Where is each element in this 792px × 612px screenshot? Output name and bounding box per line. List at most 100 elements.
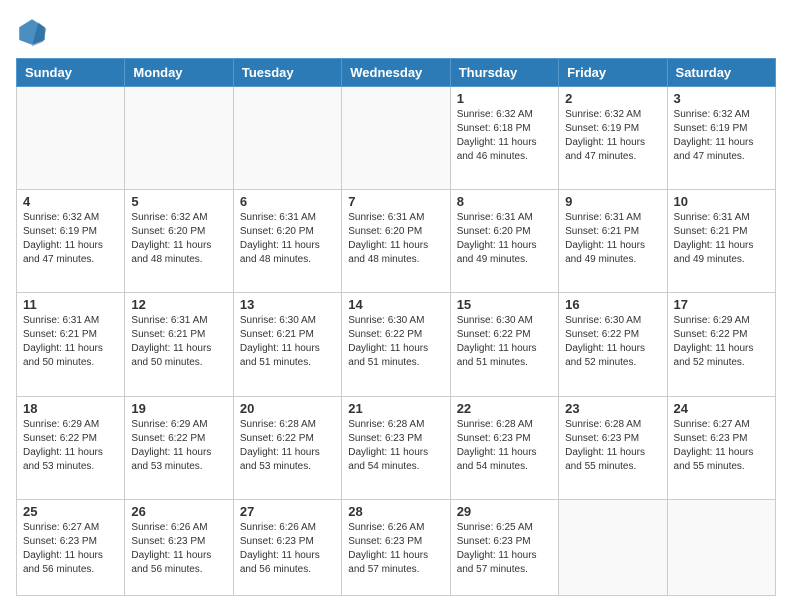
day-info: Sunrise: 6:29 AM Sunset: 6:22 PM Dayligh…: [23, 418, 118, 474]
day-number: 15: [457, 297, 552, 312]
calendar-week-row: 25 Sunrise: 6:27 AM Sunset: 6:23 PM Dayli…: [17, 499, 776, 595]
calendar-cell: 19 Sunrise: 6:29 AM Sunset: 6:22 PM Dayli…: [125, 396, 233, 499]
day-info: Sunrise: 6:30 AM Sunset: 6:22 PM Dayligh…: [457, 314, 552, 370]
day-info: Sunrise: 6:31 AM Sunset: 6:21 PM Dayligh…: [23, 314, 118, 370]
calendar-cell: 2Sunrise: 6:32 AM Sunset: 6:19 PM Daylig…: [559, 87, 667, 190]
day-number: 24: [674, 401, 769, 416]
day-number: 18: [23, 401, 118, 416]
calendar-cell: 22 Sunrise: 6:28 AM Sunset: 6:23 PM Dayli…: [450, 396, 558, 499]
day-info: Sunrise: 6:26 AM Sunset: 6:23 PM Dayligh…: [240, 521, 335, 577]
calendar-cell: 3 Sunrise: 6:32 AM Sunset: 6:19 PM Daylig…: [667, 87, 775, 190]
calendar-cell: [667, 499, 775, 595]
day-number: 16: [565, 297, 660, 312]
day-info: Sunrise: 6:30 AM Sunset: 6:22 PM Dayligh…: [348, 314, 443, 370]
day-number: 28: [348, 504, 443, 519]
day-info: Sunrise: 6:32 AM Sunset: 6:19 PM Dayligh…: [674, 108, 769, 164]
calendar-cell: 18 Sunrise: 6:29 AM Sunset: 6:22 PM Dayli…: [17, 396, 125, 499]
day-info: Sunrise: 6:26 AM Sunset: 6:23 PM Dayligh…: [131, 521, 226, 577]
calendar-day-header: Tuesday: [233, 59, 341, 87]
calendar-day-header: Friday: [559, 59, 667, 87]
calendar-cell: 21Sunrise: 6:28 AM Sunset: 6:23 PM Dayli…: [342, 396, 450, 499]
calendar-cell: 20 Sunrise: 6:28 AM Sunset: 6:22 PM Dayli…: [233, 396, 341, 499]
day-number: 14: [348, 297, 443, 312]
day-number: 25: [23, 504, 118, 519]
calendar-cell: [17, 87, 125, 190]
day-number: 6: [240, 194, 335, 209]
day-info: Sunrise: 6:26 AM Sunset: 6:23 PM Dayligh…: [348, 521, 443, 577]
day-number: 19: [131, 401, 226, 416]
calendar-cell: 28 Sunrise: 6:26 AM Sunset: 6:23 PM Dayli…: [342, 499, 450, 595]
calendar-cell: 29Sunrise: 6:25 AM Sunset: 6:23 PM Dayli…: [450, 499, 558, 595]
calendar-cell: 27 Sunrise: 6:26 AM Sunset: 6:23 PM Dayli…: [233, 499, 341, 595]
day-number: 26: [131, 504, 226, 519]
calendar-cell: 9 Sunrise: 6:31 AM Sunset: 6:21 PM Daylig…: [559, 190, 667, 293]
calendar-week-row: 11 Sunrise: 6:31 AM Sunset: 6:21 PM Dayli…: [17, 293, 776, 396]
calendar-cell: [125, 87, 233, 190]
calendar-week-row: 18 Sunrise: 6:29 AM Sunset: 6:22 PM Dayli…: [17, 396, 776, 499]
day-info: Sunrise: 6:27 AM Sunset: 6:23 PM Dayligh…: [23, 521, 118, 577]
calendar-cell: 23 Sunrise: 6:28 AM Sunset: 6:23 PM Dayli…: [559, 396, 667, 499]
day-info: Sunrise: 6:31 AM Sunset: 6:21 PM Dayligh…: [674, 211, 769, 267]
day-info: Sunrise: 6:28 AM Sunset: 6:23 PM Dayligh…: [457, 418, 552, 474]
logo-icon: [16, 16, 48, 48]
calendar-cell: 8Sunrise: 6:31 AM Sunset: 6:20 PM Daylig…: [450, 190, 558, 293]
calendar-cell: 11 Sunrise: 6:31 AM Sunset: 6:21 PM Dayli…: [17, 293, 125, 396]
calendar-cell: 13 Sunrise: 6:30 AM Sunset: 6:21 PM Dayli…: [233, 293, 341, 396]
day-number: 11: [23, 297, 118, 312]
calendar-table: SundayMondayTuesdayWednesdayThursdayFrid…: [16, 58, 776, 596]
day-number: 4: [23, 194, 118, 209]
calendar-cell: 4 Sunrise: 6:32 AM Sunset: 6:19 PM Daylig…: [17, 190, 125, 293]
calendar-cell: 10 Sunrise: 6:31 AM Sunset: 6:21 PM Dayli…: [667, 190, 775, 293]
day-number: 23: [565, 401, 660, 416]
day-info: Sunrise: 6:31 AM Sunset: 6:21 PM Dayligh…: [565, 211, 660, 267]
calendar-header-row: SundayMondayTuesdayWednesdayThursdayFrid…: [17, 59, 776, 87]
calendar-cell: 6 Sunrise: 6:31 AM Sunset: 6:20 PM Daylig…: [233, 190, 341, 293]
calendar-cell: 17 Sunrise: 6:29 AM Sunset: 6:22 PM Dayli…: [667, 293, 775, 396]
day-number: 17: [674, 297, 769, 312]
day-number: 9: [565, 194, 660, 209]
day-number: 13: [240, 297, 335, 312]
day-info: Sunrise: 6:32 AM Sunset: 6:19 PM Dayligh…: [565, 108, 660, 164]
day-info: Sunrise: 6:32 AM Sunset: 6:18 PM Dayligh…: [457, 108, 552, 164]
calendar-cell: 14 Sunrise: 6:30 AM Sunset: 6:22 PM Dayli…: [342, 293, 450, 396]
day-info: Sunrise: 6:30 AM Sunset: 6:21 PM Dayligh…: [240, 314, 335, 370]
day-info: Sunrise: 6:30 AM Sunset: 6:22 PM Dayligh…: [565, 314, 660, 370]
day-number: 22: [457, 401, 552, 416]
day-number: 3: [674, 91, 769, 106]
calendar-cell: 1 Sunrise: 6:32 AM Sunset: 6:18 PM Daylig…: [450, 87, 558, 190]
day-number: 21: [348, 401, 443, 416]
day-number: 12: [131, 297, 226, 312]
calendar-cell: 5 Sunrise: 6:32 AM Sunset: 6:20 PM Daylig…: [125, 190, 233, 293]
day-info: Sunrise: 6:32 AM Sunset: 6:20 PM Dayligh…: [131, 211, 226, 267]
day-info: Sunrise: 6:28 AM Sunset: 6:23 PM Dayligh…: [565, 418, 660, 474]
day-number: 1: [457, 91, 552, 106]
calendar-week-row: 4 Sunrise: 6:32 AM Sunset: 6:19 PM Daylig…: [17, 190, 776, 293]
day-info: Sunrise: 6:31 AM Sunset: 6:21 PM Dayligh…: [131, 314, 226, 370]
logo: [16, 16, 52, 48]
day-info: Sunrise: 6:29 AM Sunset: 6:22 PM Dayligh…: [674, 314, 769, 370]
calendar-day-header: Monday: [125, 59, 233, 87]
day-info: Sunrise: 6:27 AM Sunset: 6:23 PM Dayligh…: [674, 418, 769, 474]
calendar-cell: 25 Sunrise: 6:27 AM Sunset: 6:23 PM Dayli…: [17, 499, 125, 595]
calendar-cell: 24 Sunrise: 6:27 AM Sunset: 6:23 PM Dayli…: [667, 396, 775, 499]
page: SundayMondayTuesdayWednesdayThursdayFrid…: [0, 0, 792, 612]
calendar-day-header: Sunday: [17, 59, 125, 87]
day-info: Sunrise: 6:28 AM Sunset: 6:22 PM Dayligh…: [240, 418, 335, 474]
day-number: 7: [348, 194, 443, 209]
day-number: 27: [240, 504, 335, 519]
day-info: Sunrise: 6:31 AM Sunset: 6:20 PM Dayligh…: [457, 211, 552, 267]
calendar-day-header: Thursday: [450, 59, 558, 87]
day-info: Sunrise: 6:31 AM Sunset: 6:20 PM Dayligh…: [348, 211, 443, 267]
calendar-day-header: Saturday: [667, 59, 775, 87]
day-info: Sunrise: 6:29 AM Sunset: 6:22 PM Dayligh…: [131, 418, 226, 474]
day-number: 29: [457, 504, 552, 519]
day-info: Sunrise: 6:31 AM Sunset: 6:20 PM Dayligh…: [240, 211, 335, 267]
calendar-cell: 15 Sunrise: 6:30 AM Sunset: 6:22 PM Dayli…: [450, 293, 558, 396]
day-number: 5: [131, 194, 226, 209]
day-number: 10: [674, 194, 769, 209]
day-number: 20: [240, 401, 335, 416]
calendar-cell: [233, 87, 341, 190]
calendar-cell: [342, 87, 450, 190]
calendar-cell: 26 Sunrise: 6:26 AM Sunset: 6:23 PM Dayli…: [125, 499, 233, 595]
day-info: Sunrise: 6:32 AM Sunset: 6:19 PM Dayligh…: [23, 211, 118, 267]
